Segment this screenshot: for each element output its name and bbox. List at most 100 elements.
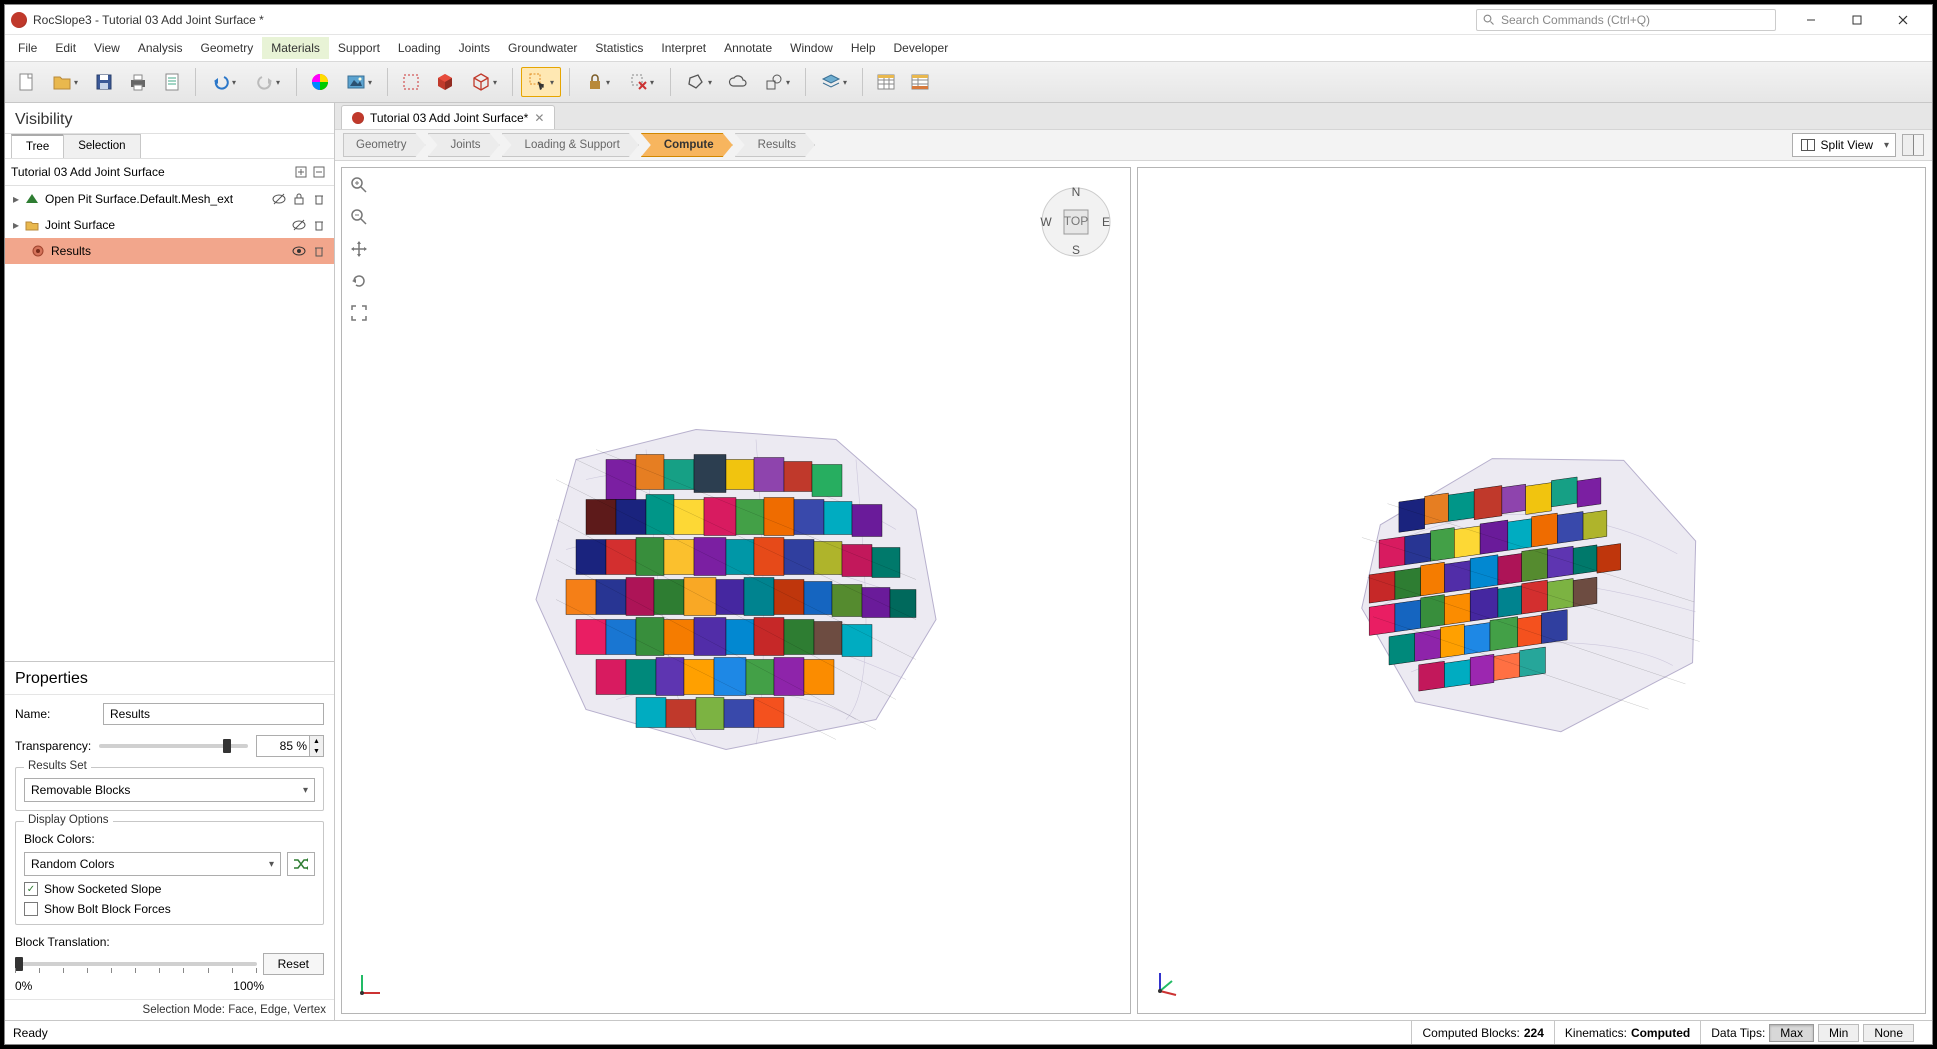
show-socketed-checkbox[interactable]: ✓ Show Socketed Slope <box>24 882 315 896</box>
menu-geometry[interactable]: Geometry <box>192 37 263 59</box>
cloud-button[interactable] <box>723 67 753 97</box>
menu-materials[interactable]: Materials <box>262 37 329 59</box>
rect-select-button[interactable] <box>396 67 426 97</box>
transparency-spinner[interactable]: 85 % ▲▼ <box>256 735 324 757</box>
printer-icon <box>128 72 148 92</box>
reset-button[interactable]: Reset <box>263 953 324 975</box>
menu-edit[interactable]: Edit <box>46 37 85 59</box>
tree-item-open-pit-surface[interactable]: ▸ Open Pit Surface.Default.Mesh_ext <box>5 186 334 212</box>
workflow-step-results[interactable]: Results <box>735 133 815 157</box>
results-set-fieldset: Results Set Removable Blocks <box>15 767 324 811</box>
pan-icon[interactable] <box>348 238 370 260</box>
lock-icon[interactable] <box>290 190 308 208</box>
deselect-button[interactable]: ▾ <box>622 67 662 97</box>
delete-icon[interactable] <box>310 242 328 260</box>
name-input[interactable] <box>103 703 324 725</box>
data-tips-none-button[interactable]: None <box>1863 1024 1914 1042</box>
menu-analysis[interactable]: Analysis <box>129 37 192 59</box>
viewport-right[interactable] <box>1137 167 1927 1014</box>
zoom-in-icon[interactable] <box>348 174 370 196</box>
cursor-select-button[interactable]: ▾ <box>521 67 561 97</box>
expand-all-button[interactable] <box>292 163 310 181</box>
data-tips-max-button[interactable]: Max <box>1769 1024 1814 1042</box>
save-button[interactable] <box>89 67 119 97</box>
cube-solid-button[interactable] <box>430 67 460 97</box>
data-tips-min-button[interactable]: Min <box>1818 1024 1859 1042</box>
shapes-icon <box>764 72 784 92</box>
menu-developer[interactable]: Developer <box>885 37 958 59</box>
undo-button[interactable]: ▾ <box>204 67 244 97</box>
menu-annotate[interactable]: Annotate <box>715 37 781 59</box>
zoom-out-icon[interactable] <box>348 206 370 228</box>
lock-button[interactable]: ▾ <box>578 67 618 97</box>
menu-joints[interactable]: Joints <box>450 37 499 59</box>
workflow-step-geometry[interactable]: Geometry <box>343 133 426 157</box>
document-tab[interactable]: Tutorial 03 Add Joint Surface* ✕ <box>341 105 555 129</box>
menu-file[interactable]: File <box>9 37 46 59</box>
visibility-toggle-icon[interactable] <box>290 216 308 234</box>
open-button[interactable]: ▾ <box>45 67 85 97</box>
spinner-down[interactable]: ▼ <box>310 746 323 756</box>
minimize-button[interactable] <box>1788 5 1834 35</box>
cube-wire-button[interactable]: ▾ <box>464 67 504 97</box>
properties-panel: Properties Name: Transparency: 85 % ▲ <box>5 661 334 1020</box>
workflow-step-joints[interactable]: Joints <box>428 133 500 157</box>
maximize-button[interactable] <box>1834 5 1880 35</box>
expand-icon[interactable]: ▸ <box>9 218 23 232</box>
split-view-select[interactable]: Split View <box>1792 133 1896 157</box>
maximize-viewport-button[interactable] <box>1902 134 1924 156</box>
rotate-icon[interactable] <box>348 270 370 292</box>
image-button[interactable]: ▾ <box>339 67 379 97</box>
spinner-up[interactable]: ▲ <box>310 736 323 746</box>
menu-support[interactable]: Support <box>329 37 389 59</box>
color-wheel-button[interactable] <box>305 67 335 97</box>
results-set-select[interactable]: Removable Blocks <box>24 778 315 802</box>
delete-icon[interactable] <box>310 216 328 234</box>
print-button[interactable] <box>123 67 153 97</box>
command-search-input[interactable]: Search Commands (Ctrl+Q) <box>1476 9 1776 31</box>
tree-item-results[interactable]: Results <box>5 238 334 264</box>
visibility-toggle-icon[interactable] <box>290 242 308 260</box>
menu-view[interactable]: View <box>85 37 129 59</box>
block-translation-slider[interactable] <box>15 962 257 966</box>
shuffle-colors-button[interactable] <box>287 852 315 876</box>
document-button[interactable] <box>157 67 187 97</box>
cube-solid-icon <box>435 72 455 92</box>
close-button[interactable] <box>1880 5 1926 35</box>
compass-n: N <box>1071 185 1080 199</box>
lasso-button[interactable]: ▾ <box>679 67 719 97</box>
delete-icon[interactable] <box>310 190 328 208</box>
tab-selection[interactable]: Selection <box>63 134 140 158</box>
expand-icon[interactable]: ▸ <box>9 192 23 206</box>
menu-statistics[interactable]: Statistics <box>586 37 652 59</box>
viewport-left[interactable]: N S E W TOP <box>341 167 1131 1014</box>
visibility-toggle-icon[interactable] <box>270 190 288 208</box>
menu-loading[interactable]: Loading <box>389 37 450 59</box>
close-tab-icon[interactable]: ✕ <box>534 111 544 125</box>
shapes-button[interactable]: ▾ <box>757 67 797 97</box>
tree-item-joint-surface[interactable]: ▸ Joint Surface <box>5 212 334 238</box>
status-computed-blocks: Computed Blocks: 224 <box>1411 1021 1553 1044</box>
menu-groundwater[interactable]: Groundwater <box>499 37 586 59</box>
tab-tree[interactable]: Tree <box>11 134 64 158</box>
show-bolt-checkbox[interactable]: Show Bolt Block Forces <box>24 902 315 916</box>
layers-icon <box>821 72 841 92</box>
menu-interpret[interactable]: Interpret <box>652 37 715 59</box>
transparency-slider[interactable] <box>99 744 248 748</box>
redo-button[interactable]: ▾ <box>248 67 288 97</box>
block-colors-select[interactable]: Random Colors <box>24 852 281 876</box>
document-icon <box>162 72 182 92</box>
new-button[interactable] <box>11 67 41 97</box>
layers-button[interactable]: ▾ <box>814 67 854 97</box>
workflow-step-loading-support[interactable]: Loading & Support <box>502 133 639 157</box>
view-compass[interactable]: N S E W TOP <box>1036 182 1116 262</box>
workflow-step-compute[interactable]: Compute <box>641 133 733 157</box>
collapse-all-button[interactable] <box>310 163 328 181</box>
table1-button[interactable] <box>871 67 901 97</box>
menu-window[interactable]: Window <box>781 37 842 59</box>
fit-icon[interactable] <box>348 302 370 324</box>
status-bar: Ready Computed Blocks: 224 Kinematics: C… <box>5 1020 1932 1044</box>
table2-button[interactable] <box>905 67 935 97</box>
toolbar: ▾ ▾ ▾ ▾ ▾ ▾ ▾ ▾ ▾ ▾ ▾ <box>5 61 1932 103</box>
menu-help[interactable]: Help <box>842 37 885 59</box>
